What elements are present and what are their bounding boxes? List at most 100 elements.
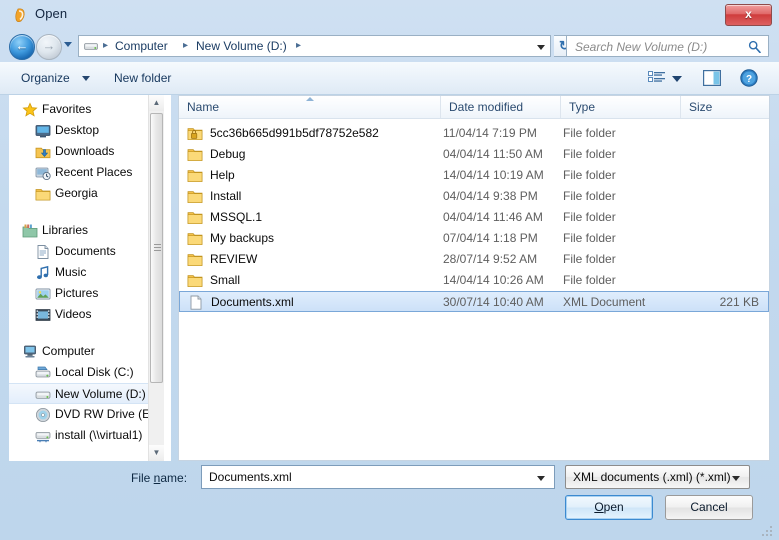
sidebar-group-computer[interactable]: Computer [9, 341, 155, 362]
file-name: REVIEW [210, 252, 258, 266]
file-date: 04/04/14 11:46 AM [443, 210, 543, 224]
table-row[interactable]: My backups 07/04/14 1:18 PM File folder [179, 228, 769, 249]
table-row[interactable]: 5cc36b665d991b5df78752e582 11/04/14 7:19… [179, 123, 769, 144]
folder-icon [187, 233, 203, 245]
sidebar-item-label: Desktop [55, 123, 100, 137]
sidebar-item-label: Music [55, 265, 87, 279]
resize-grip[interactable] [762, 524, 774, 536]
drive-icon [35, 391, 51, 399]
sidebar-item-label: Videos [55, 307, 92, 321]
file-date: 28/07/14 9:52 AM [443, 252, 538, 266]
sidebar-item-dvd-rw-drive-e[interactable]: DVD RW Drive (E: [9, 404, 155, 425]
back-button[interactable]: ← [9, 34, 35, 60]
xml-file-icon [190, 295, 202, 310]
table-row-selected[interactable]: Documents.xml 30/07/14 10:40 AM XML Docu… [179, 291, 769, 312]
file-name: Documents.xml [211, 295, 294, 309]
table-row[interactable]: Help 14/04/14 10:19 AM File folder [179, 165, 769, 186]
open-button[interactable]: Open [565, 495, 653, 520]
organize-button[interactable]: Organize [21, 71, 70, 85]
sidebar-item-recent-places[interactable]: Recent Places [9, 162, 155, 183]
chevron-down-icon[interactable] [537, 476, 545, 481]
sidebar-item-pictures[interactable]: Pictures [9, 283, 155, 304]
sidebar-item-local-disk-c[interactable]: Local Disk (C:) [9, 362, 155, 383]
network-drive-icon [35, 432, 51, 443]
breadcrumb-separator-2[interactable]: ▸ [296, 40, 301, 51]
file-name: MSSQL.1 [210, 210, 263, 224]
file-name-value: Documents.xml [209, 470, 292, 484]
address-dropdown-icon[interactable] [537, 45, 545, 50]
scrollbar-thumb[interactable] [150, 113, 163, 383]
chevron-down-icon [64, 42, 72, 47]
open-file-dialog: Open x ← → ▸ Computer ▸ New Volume (D:) … [0, 0, 779, 540]
libraries-icon [22, 224, 38, 238]
table-row[interactable]: REVIEW 28/07/14 9:52 AM File folder [179, 249, 769, 270]
column-header-size[interactable]: Size [681, 96, 769, 118]
table-row[interactable]: MSSQL.1 04/04/14 11:46 AM File folder [179, 207, 769, 228]
sidebar-item-new-volume-d[interactable]: New Volume (D:) [9, 383, 155, 404]
table-row[interactable]: Debug 04/04/14 11:50 AM File folder [179, 144, 769, 165]
file-name-input[interactable]: Documents.xml [201, 465, 555, 489]
sidebar-group-favorites[interactable]: Favorites [9, 99, 155, 120]
file-date: 11/04/14 7:19 PM [443, 126, 537, 140]
sidebar-item-downloads[interactable]: Downloads [9, 141, 155, 162]
file-date: 04/04/14 9:38 PM [443, 189, 538, 203]
file-type-filter-select[interactable]: XML documents (.xml) (*.xml) [565, 465, 750, 489]
breadcrumb-separator-1[interactable]: ▸ [183, 40, 188, 51]
forward-button[interactable]: → [36, 34, 62, 60]
svg-text:?: ? [746, 74, 752, 85]
sidebar-group-label: Computer [42, 344, 95, 358]
breadcrumb-computer[interactable]: Computer [115, 39, 168, 53]
folder-icon [187, 170, 203, 182]
sidebar-item-documents[interactable]: Documents [9, 241, 155, 262]
sidebar-item-videos[interactable]: Videos [9, 304, 155, 325]
app-icon [15, 8, 25, 23]
file-name: 5cc36b665d991b5df78752e582 [210, 126, 379, 140]
column-header-label: Type [569, 100, 596, 114]
folder-icon [187, 212, 203, 224]
file-name: Help [210, 168, 235, 182]
sidebar-item-label: Pictures [55, 286, 99, 300]
recent-places-icon [35, 167, 51, 181]
sidebar-item-label: DVD RW Drive (E: [55, 407, 154, 421]
computer-icon [24, 345, 36, 358]
scroll-up-button[interactable]: ▲ [149, 95, 164, 111]
help-icon[interactable]: ? [740, 69, 758, 87]
recent-pages-dropdown[interactable] [64, 42, 73, 51]
search-input[interactable]: Search New Volume (D:) [575, 40, 707, 54]
new-folder-button[interactable]: New folder [114, 71, 171, 85]
navigation-pane-scrollbar[interactable]: ▲ ▼ [148, 95, 164, 461]
breadcrumb-new-volume[interactable]: New Volume (D:) [196, 39, 287, 53]
column-header-type[interactable]: Type [561, 96, 681, 118]
chevron-down-icon[interactable] [82, 76, 90, 81]
search-icon [748, 40, 761, 53]
chevron-down-icon[interactable] [672, 76, 682, 82]
triangle-down-icon: ▼ [152, 448, 161, 457]
scroll-down-button[interactable]: ▼ [149, 445, 164, 461]
sidebar-group-libraries[interactable]: Libraries [9, 220, 155, 241]
breadcrumb-separator-0[interactable]: ▸ [103, 40, 108, 51]
column-header-date-modified[interactable]: Date modified [441, 96, 561, 118]
cancel-button[interactable]: Cancel [665, 495, 753, 520]
title-bar[interactable]: Open x [0, 0, 779, 30]
search-box[interactable]: Search New Volume (D:) [566, 35, 769, 57]
sidebar-item-desktop[interactable]: Desktop [9, 120, 155, 141]
sidebar-group-label: Favorites [42, 102, 92, 116]
pane-splitter[interactable] [171, 95, 178, 461]
cancel-button-label: Cancel [690, 500, 728, 514]
list-view-icon[interactable] [648, 71, 665, 86]
videos-icon [35, 309, 51, 321]
close-button[interactable]: x [725, 4, 772, 26]
sidebar-item-label: New Volume (D:) [55, 387, 146, 401]
sidebar-item-georgia[interactable]: Georgia [9, 183, 155, 204]
sidebar-item-music[interactable]: Music [9, 262, 155, 283]
open-button-label: Open [594, 500, 624, 514]
chevron-down-icon [732, 476, 740, 481]
sidebar-item-install-network[interactable]: install (\\virtual1) [9, 425, 155, 446]
close-icon: x [745, 7, 752, 21]
table-row[interactable]: Install 04/04/14 9:38 PM File folder [179, 186, 769, 207]
address-bar[interactable]: ▸ Computer ▸ New Volume (D:) ▸ [78, 35, 551, 57]
table-row[interactable]: Small 14/04/14 10:26 AM File folder [179, 270, 769, 291]
preview-pane-icon[interactable] [703, 70, 721, 86]
column-header-name[interactable]: Name [179, 96, 441, 118]
file-date: 07/04/14 1:18 PM [443, 231, 538, 245]
